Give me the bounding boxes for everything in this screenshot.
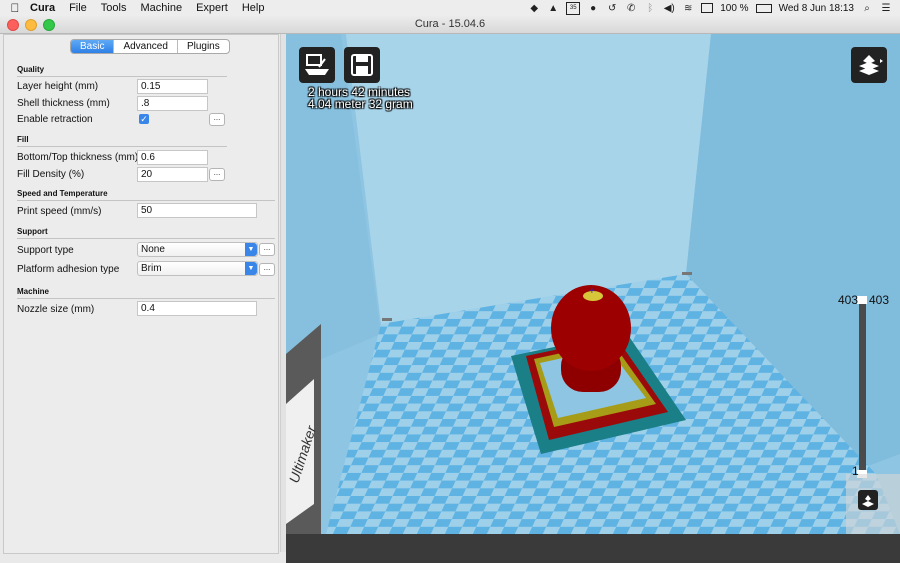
plate-corner-marker bbox=[382, 318, 392, 321]
support-type-select[interactable]: None ▼ bbox=[137, 242, 258, 257]
viewport-bottom-bar bbox=[286, 534, 900, 563]
fill-density-label: Fill Density (%) bbox=[17, 169, 85, 180]
material-usage: 4.04 meter 32 gram bbox=[308, 97, 413, 111]
fill-density-input[interactable]: 20 bbox=[137, 167, 208, 182]
wifi-icon[interactable]: ≋ bbox=[682, 3, 694, 14]
section-quality-heading: Quality bbox=[17, 65, 45, 74]
support-type-value: None bbox=[141, 244, 165, 255]
bluetooth-icon[interactable]: ᛒ bbox=[644, 3, 656, 14]
load-model-button[interactable] bbox=[299, 47, 335, 83]
section-divider bbox=[17, 298, 275, 299]
chevron-down-icon: ▼ bbox=[245, 262, 257, 275]
fill-more-button[interactable]: ... bbox=[209, 168, 225, 181]
section-support-heading: Support bbox=[17, 227, 48, 236]
section-machine-heading: Machine bbox=[17, 287, 50, 296]
battery-percent: 100 % bbox=[720, 2, 749, 14]
apple-icon[interactable]:  bbox=[0, 1, 30, 15]
support-type-label: Support type bbox=[17, 245, 74, 256]
nozzle-size-input[interactable]: 0.4 bbox=[137, 301, 257, 316]
dashlane-icon[interactable]: ▲ bbox=[547, 3, 559, 14]
display-icon[interactable] bbox=[701, 3, 714, 13]
enable-retraction-label: Enable retraction bbox=[17, 114, 93, 125]
section-divider bbox=[17, 146, 227, 147]
window-title: Cura - 15.04.6 bbox=[414, 18, 486, 30]
platform-adhesion-value: Brim bbox=[141, 263, 162, 274]
layer-max-left: 403 bbox=[838, 293, 859, 307]
menu-help[interactable]: Help bbox=[242, 2, 265, 14]
tab-advanced[interactable]: Advanced bbox=[114, 40, 178, 53]
layer-height-label: Layer height (mm) bbox=[17, 81, 99, 92]
platform-adhesion-label: Platform adhesion type bbox=[17, 264, 120, 275]
shell-thickness-label: Shell thickness (mm) bbox=[17, 98, 110, 109]
clock[interactable]: Wed 8 Jun 18:13 bbox=[779, 3, 854, 14]
nozzle-size-label: Nozzle size (mm) bbox=[17, 304, 95, 315]
battery-icon[interactable] bbox=[755, 3, 772, 13]
enable-retraction-checkbox[interactable]: ✓ bbox=[139, 114, 149, 124]
3d-viewport[interactable]: Ultimaker + 2 hours 42 minutes 4.04 mete… bbox=[286, 34, 900, 534]
menu-expert[interactable]: Expert bbox=[196, 2, 228, 14]
support-type-more-button[interactable]: ... bbox=[259, 243, 275, 256]
print-speed-label: Print speed (mm/s) bbox=[17, 206, 102, 217]
load-model-icon bbox=[305, 54, 329, 75]
print-speed-input[interactable]: 50 bbox=[137, 203, 257, 218]
print-info: 2 hours 42 minutes 4.04 meter 32 gram bbox=[308, 86, 413, 110]
settings-panel: Basic Advanced Plugins Quality Layer hei… bbox=[3, 34, 279, 554]
menu-tools[interactable]: Tools bbox=[101, 2, 127, 14]
adhesion-more-button[interactable]: ... bbox=[259, 263, 275, 276]
chevron-down-icon: ▼ bbox=[245, 243, 257, 256]
layer-slider-track[interactable] bbox=[859, 302, 866, 472]
dropbox-icon[interactable]: ◆ bbox=[528, 3, 540, 14]
tab-basic[interactable]: Basic bbox=[71, 40, 115, 53]
layer-view-toggle[interactable] bbox=[858, 490, 878, 510]
settings-tabs: Basic Advanced Plugins bbox=[70, 39, 230, 54]
shell-thickness-input[interactable]: .8 bbox=[137, 96, 208, 111]
section-divider bbox=[17, 200, 275, 201]
section-divider bbox=[17, 238, 275, 239]
volume-icon[interactable]: ◀) bbox=[663, 3, 675, 14]
layers-view-icon bbox=[859, 55, 883, 75]
save-icon bbox=[351, 54, 373, 76]
layers-icon bbox=[862, 495, 874, 507]
retraction-more-button[interactable]: ... bbox=[209, 113, 225, 126]
layer-height-input[interactable]: 0.15 bbox=[137, 79, 208, 94]
window-titlebar: Cura - 15.04.6 bbox=[0, 16, 900, 34]
record-icon[interactable]: ● bbox=[587, 3, 599, 14]
menu-file[interactable]: File bbox=[69, 2, 87, 14]
section-speed-heading: Speed and Temperature bbox=[17, 189, 108, 198]
layer-max-right: 403 bbox=[869, 293, 890, 307]
notification-center-icon[interactable]: ☰ bbox=[880, 3, 892, 14]
menu-cura[interactable]: Cura bbox=[30, 2, 55, 14]
section-divider bbox=[17, 76, 227, 77]
save-toolpath-button[interactable] bbox=[344, 47, 380, 83]
platform-adhesion-select[interactable]: Brim ▼ bbox=[137, 261, 258, 276]
section-fill-heading: Fill bbox=[17, 135, 29, 144]
menu-machine[interactable]: Machine bbox=[140, 2, 182, 14]
layer-min: 1 bbox=[852, 464, 859, 478]
time-machine-icon[interactable]: ↺ bbox=[606, 3, 618, 14]
view-mode-button[interactable] bbox=[851, 47, 887, 83]
bottom-top-thickness-input[interactable]: 0.6 bbox=[137, 150, 208, 165]
model-origin-marker: + bbox=[589, 286, 595, 297]
layer-slider-top-handle[interactable] bbox=[857, 296, 867, 304]
plate-corner-marker bbox=[682, 272, 692, 275]
spotlight-search-icon[interactable]: ⌕ bbox=[861, 3, 873, 14]
phone-icon[interactable]: ✆ bbox=[625, 3, 637, 14]
bottom-top-thickness-label: Bottom/Top thickness (mm) bbox=[17, 152, 139, 163]
app-status-icon[interactable]: 35 bbox=[566, 1, 581, 15]
menu-bar:  Cura File Tools Machine Expert Help ◆ … bbox=[0, 0, 900, 17]
tab-plugins[interactable]: Plugins bbox=[178, 40, 229, 53]
